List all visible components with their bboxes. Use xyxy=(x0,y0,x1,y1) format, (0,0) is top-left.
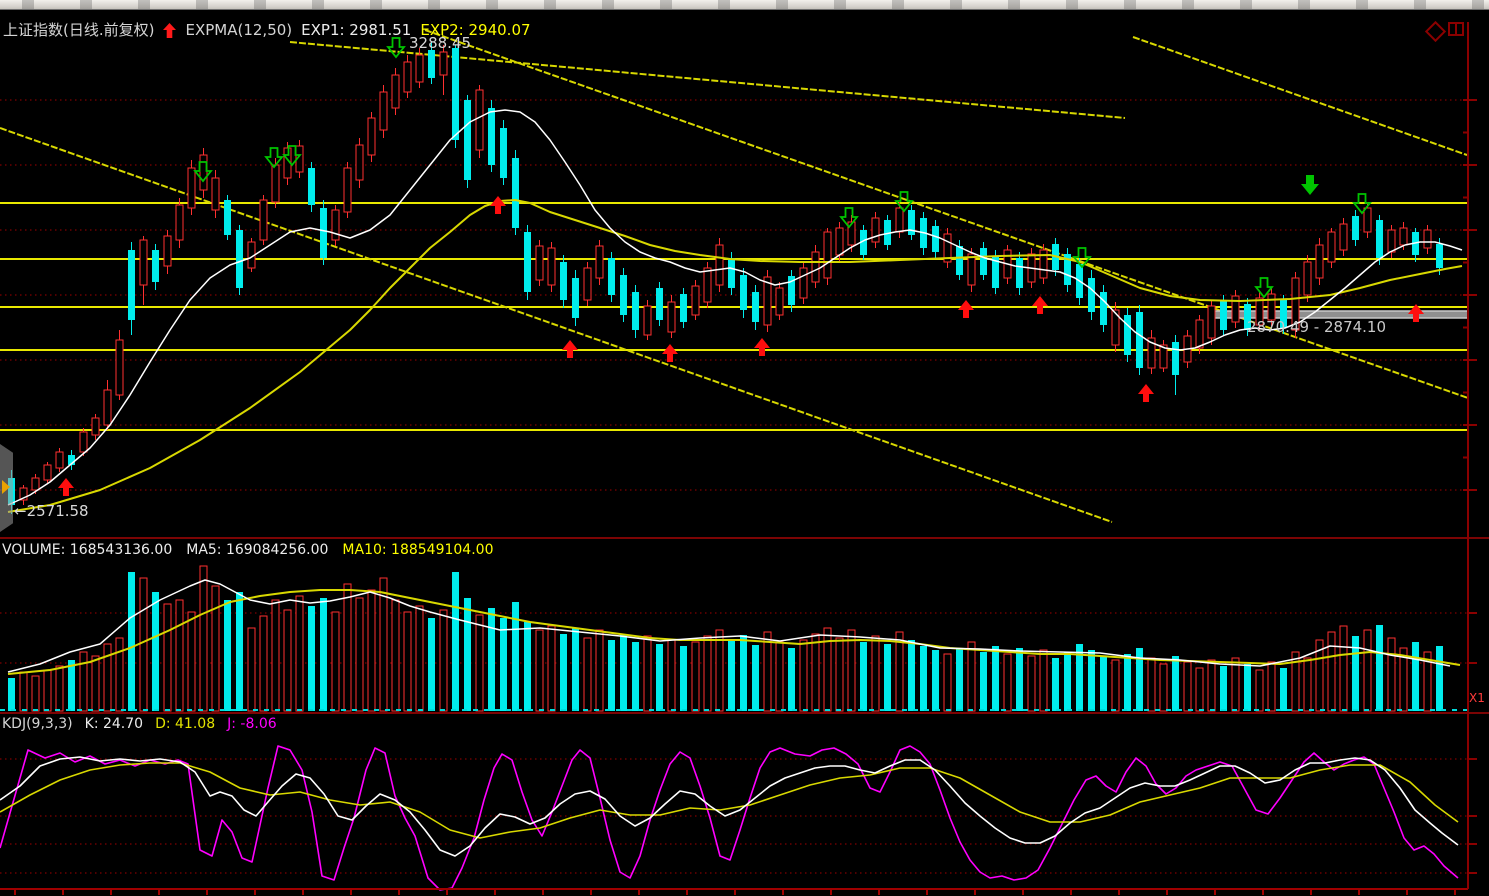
kdj-indicator-label: KDJ(9,3,3) xyxy=(2,717,73,731)
left-drawer-handle[interactable] xyxy=(0,444,13,532)
drawer-expand-icon xyxy=(2,480,10,494)
low-price-annotation: ←2571.58 xyxy=(14,504,89,519)
volume-value: VOLUME: 168543136.00 xyxy=(2,543,172,557)
kdj-d-value: D: 41.08 xyxy=(155,717,215,731)
symbol-period-label: 上证指数(日线.前复权) xyxy=(3,23,154,38)
expma-indicator-label: EXPMA(12,50) xyxy=(185,23,292,38)
volume-panel-header: VOLUME: 168543136.00 MA5: 169084256.00 M… xyxy=(2,543,493,557)
chart-canvas[interactable] xyxy=(0,0,1489,896)
x1-period-tag[interactable]: X1 xyxy=(1469,692,1485,704)
window-split-icon[interactable] xyxy=(1448,22,1464,36)
kdj-k-value: K: 24.70 xyxy=(85,717,143,731)
gap-zone-annotation: 2870.49 - 2874.10 xyxy=(1247,320,1386,335)
peak-price-annotation: 3288.45 xyxy=(409,36,471,51)
exp1-value: EXP1: 2981.51 xyxy=(301,23,411,38)
volume-ma5-value: MA5: 169084256.00 xyxy=(186,543,328,557)
volume-ma10-value: MA10: 188549104.00 xyxy=(342,543,493,557)
kdj-panel-header: KDJ(9,3,3) K: 24.70 D: 41.08 J: -8.06 xyxy=(2,717,277,731)
up-arrow-icon xyxy=(163,23,176,38)
tdx-app-window: 上证指数(日线.前复权) EXPMA(12,50) EXP1: 2981.51 … xyxy=(0,0,1489,896)
kdj-j-value: J: -8.06 xyxy=(227,717,277,731)
